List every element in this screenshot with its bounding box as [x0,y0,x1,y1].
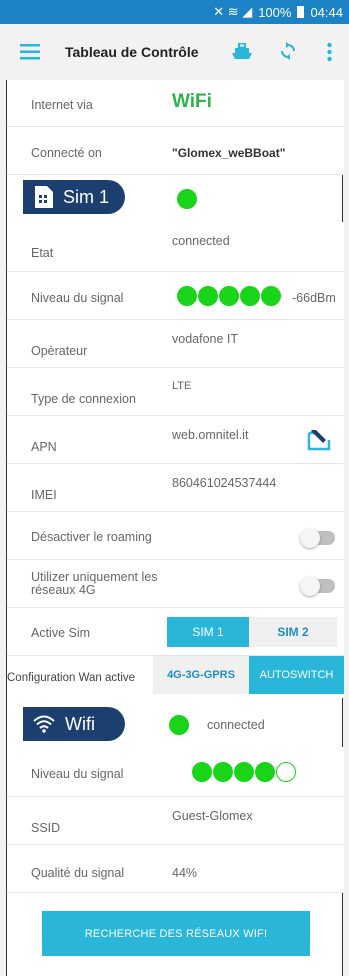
signal-dot [255,762,275,782]
boat-icon[interactable] [232,42,252,60]
page-title: Tableau de Contrôle [65,44,199,60]
apn-value: web.omnitel.it [172,428,249,442]
connection-type-label: Type de connexion [31,392,136,406]
edit-apn-icon[interactable] [307,430,331,452]
wifi-quality-row: Qualité du signal 44% [7,845,344,893]
wifi-signal-row: Niveau du signal [7,747,344,797]
sim2-option-button[interactable]: SIM 2 [249,617,337,647]
wan-config-label: Configuration Wan active [7,672,136,684]
connected-on-row: Connecté on "Glomex_weBBoat" [7,127,344,175]
imei-value: 860461024537444 [172,476,277,490]
refresh-icon[interactable] [280,42,296,60]
signal-dot [219,286,239,306]
sim-state-row: Etat connected [7,222,344,272]
wifi-title: Wifi [65,713,95,734]
scan-wifi-button-label: RECHERCHE DES RÉSEAUX WIFI [84,927,268,940]
connection-type-value: LTE [172,380,192,392]
connection-type-row: Type de connexion LTE [7,368,344,416]
roaming-row: Désactiver le roaming [7,512,344,560]
content-panel: Internet via WiFi Connecté on "Glomex_we… [6,80,344,976]
wan-autoswitch-option-label: AUTOSWITCH [259,669,334,681]
wifi-header: Wifi [23,707,125,741]
sim-state-label: Etat [31,246,54,260]
roaming-toggle[interactable] [300,528,335,548]
connected-on-label: Connecté on [31,146,102,160]
sim2-option-label: SIM 2 [277,625,309,639]
signal-dot [177,286,197,306]
roaming-toggle-knob [300,528,320,548]
wifi-status-value: connected [207,718,265,732]
only-4g-label-line1: Utilizer uniquement les [31,570,158,584]
only-4g-toggle-knob [300,576,320,596]
signal-dot [276,762,296,782]
sim1-status-dot [177,189,197,209]
network-status-icons: ✕ ≋ ◢ [213,4,253,19]
clock: 04:44 [310,4,343,20]
signal-dot [198,286,218,306]
wifi-status-dot [169,715,189,735]
wifi-signal-bars [192,762,296,782]
only-4g-label-line2: réseaux 4G [31,583,96,597]
battery-level: 100% [258,4,292,20]
battery-icon [297,6,305,18]
apn-row: APN web.omnitel.it [7,416,344,464]
sim1-header: Sim 1 [23,180,125,214]
ssid-label: SSID [31,821,61,835]
sim-signal-value: -66dBm [292,291,336,305]
only-4g-row: Utilizer uniquement les réseaux 4G [7,560,344,608]
internet-via-row: Internet via WiFi [7,80,344,127]
signal-dot [192,762,212,782]
sim-signal-label: Niveau du signal [31,291,124,305]
scan-wifi-button[interactable]: RECHERCHE DES RÉSEAUX WIFI [42,911,310,956]
wan-4g3g-option-button[interactable]: 4G-3G-GPRS [153,656,249,694]
wan-4g3g-option-label: 4G-3G-GPRS [167,669,235,681]
wifi-icon [33,715,55,733]
signal-dot [213,762,233,782]
signal-dot [261,286,281,306]
status-bar: ✕ ≋ ◢ 100% 04:44 [0,0,349,24]
operator-value: vodafone IT [172,332,239,346]
apn-label: APN [31,440,57,454]
operator-row: Opèrateur vodafone IT [7,320,344,368]
internet-via-label: Internet via [31,98,93,112]
only-4g-toggle[interactable] [300,576,335,596]
sim-card-icon [35,186,53,208]
operator-label: Opèrateur [31,344,88,358]
ssid-value: Guest-Glomex [172,809,253,823]
active-sim-row: Active Sim SIM 1 SIM 2 [7,608,344,656]
wifi-signal-label: Niveau du signal [31,767,124,781]
signal-dot [240,286,260,306]
signal-dot [234,762,254,782]
ssid-row: SSID Guest-Glomex [7,797,344,845]
menu-icon[interactable] [20,44,40,60]
imei-row: IMEI 860461024537444 [7,464,344,512]
wifi-quality-value: 44% [172,866,198,880]
connected-on-value: "Glomex_weBBoat" [172,146,286,160]
internet-via-value: WiFi [172,91,212,112]
wan-autoswitch-option-button[interactable]: AUTOSWITCH [249,656,344,694]
roaming-label: Désactiver le roaming [31,530,152,544]
sim1-option-button[interactable]: SIM 1 [167,617,249,647]
more-options-icon[interactable] [327,42,332,62]
sim-signal-bars [177,286,281,306]
wifi-quality-label: Qualité du signal [31,866,125,880]
sim-state-value: connected [172,234,230,248]
sim-signal-row: Niveau du signal -66dBm [7,272,344,320]
sim1-title: Sim 1 [63,186,110,207]
sim1-option-label: SIM 1 [192,625,224,639]
active-sim-label: Active Sim [31,626,91,640]
imei-label: IMEI [31,488,57,502]
wan-config-row: Configuration Wan active 4G-3G-GPRS AUTO… [7,656,344,698]
app-bar: Tableau de Contrôle [0,24,349,80]
